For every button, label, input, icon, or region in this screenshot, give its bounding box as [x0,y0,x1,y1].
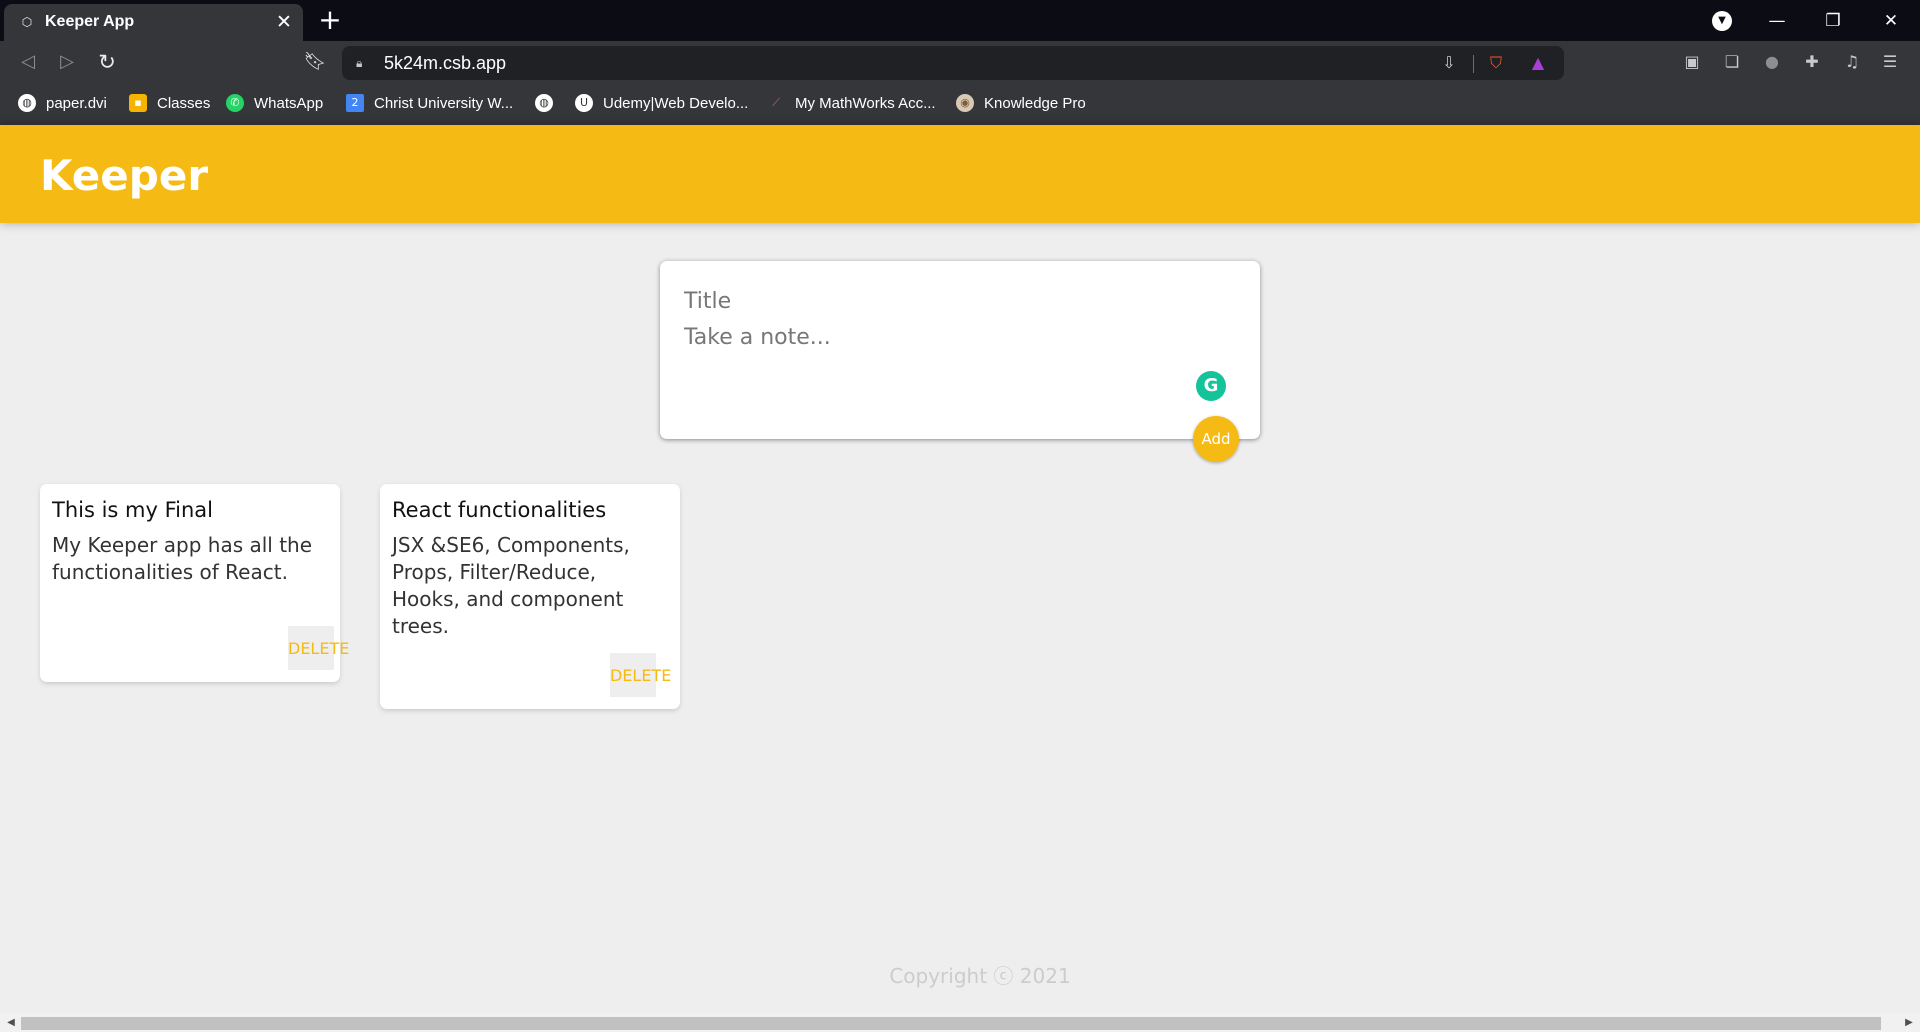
horizontal-scrollbar[interactable]: ◀ ▶ [0,1014,1920,1032]
bookmark-christ-university[interactable]: 2 Christ University W... [346,91,513,115]
note-card: This is my Final My Keeper app has all t… [40,484,349,682]
udemy-icon: U [575,94,593,112]
knowledge-pro-icon: ◉ [956,94,974,112]
install-app-icon[interactable]: ⇩ [1438,52,1460,74]
note-card: React functionalities JSX &SE6, Componen… [380,484,680,709]
note-title: React functionalities [392,498,607,522]
brave-shields-icon[interactable]: ⛉ [1485,52,1507,74]
url-text[interactable]: 5k24m.csb.app [384,53,506,74]
extension-download-icon[interactable]: ▣ [1679,49,1705,75]
note-title-input[interactable] [684,283,1224,319]
calendar-icon: 2 [346,94,364,112]
app-header: Keeper [0,125,1920,223]
whatsapp-icon: ✆ [226,94,244,112]
bookmark-udemy[interactable]: U Udemy|Web Develo... [575,91,748,115]
forward-button[interactable]: ▷ [52,47,82,77]
bookmark-classes[interactable]: ▪ Classes [129,91,210,115]
lock-icon: 🔒︎ [356,56,363,70]
extension-mouse-icon[interactable]: ● [1759,49,1785,75]
codesandbox-icon: ⬡ [21,15,33,29]
tab-keeper-app[interactable]: ⬡ Keeper App ✕ [4,4,303,41]
omnibox-divider [1473,55,1474,73]
bookmark-whatsapp[interactable]: ✆ WhatsApp [226,91,323,115]
note-content-input[interactable] [684,325,1224,385]
new-tab-button[interactable]: + [315,5,345,35]
create-note-form: G Add [660,261,1260,462]
brave-rewards-icon[interactable]: ▲ [1527,52,1549,74]
close-window-button[interactable]: ✕ [1874,8,1908,34]
address-bar[interactable]: 🔒︎ 5k24m.csb.app ⇩ ⛉ ▲ [342,46,1564,80]
extension-copy-icon[interactable]: ❏ [1719,49,1745,75]
scroll-left-icon[interactable]: ◀ [3,1016,19,1030]
back-button[interactable]: ◁ [13,47,43,77]
tab-title: Keeper App [45,13,135,30]
add-note-button[interactable]: Add [1193,416,1239,462]
delete-note-button[interactable]: DELETE [288,626,349,670]
footer: Copyright ⓒ 2021 [0,960,1920,989]
mathworks-icon: ⟋ [772,96,780,109]
minimize-button[interactable]: — [1760,8,1794,34]
note-content: JSX &SE6, Components, Props, Filter/Redu… [392,533,637,638]
tab-strip: ⬡ Keeper App ✕ + ▼ — ❐ ✕ [0,0,1920,41]
google-classroom-icon: ▪ [129,94,147,112]
note-content: My Keeper app has all the functionalitie… [52,533,319,584]
bookmark-globe[interactable]: ◍ [535,91,563,115]
restore-button[interactable]: ❐ [1816,8,1850,34]
bookmarks-bar: ◍ paper.dvi ▪ Classes ✆ WhatsApp 2 Chris… [0,87,1920,119]
bookmark-paper-dvi[interactable]: ◍ paper.dvi [18,91,107,115]
bookmark-mathworks[interactable]: ⟋ My MathWorks Acc... [767,91,935,115]
copyright-text: Copyright ⓒ 2021 [889,964,1071,988]
profile-dropdown-icon[interactable]: ▼ [1712,11,1732,31]
delete-note-button[interactable]: DELETE [610,653,671,697]
close-tab-icon[interactable]: ✕ [273,11,295,33]
browser-toolbar: ◁ ▷ ↻ 🔖︎ 🔒︎ 5k24m.csb.app ⇩ ⛉ ▲ ▣ ❏ ● ✚ … [0,41,1920,83]
browser-chrome: ⬡ Keeper App ✕ + ▼ — ❐ ✕ ◁ ▷ ↻ 🔖︎ 🔒︎ 5k2… [0,0,1920,125]
scrollbar-thumb[interactable] [21,1017,1881,1030]
globe-icon: ◍ [535,94,553,112]
bookmark-page-icon[interactable]: 🔖︎ [300,47,330,77]
extensions-puzzle-icon[interactable]: ✚ [1799,49,1825,75]
bookmark-knowledge-pro[interactable]: ◉ Knowledge Pro [956,91,1086,115]
grammarly-icon[interactable]: G [1196,371,1226,401]
media-playlist-icon[interactable]: ♫ [1839,49,1865,75]
reload-button[interactable]: ↻ [92,47,122,77]
note-title: This is my Final [52,498,213,522]
menu-icon[interactable]: ☰ [1877,49,1903,75]
app-logo: Keeper [40,151,209,200]
globe-icon: ◍ [18,94,36,112]
scroll-right-icon[interactable]: ▶ [1901,1016,1917,1030]
